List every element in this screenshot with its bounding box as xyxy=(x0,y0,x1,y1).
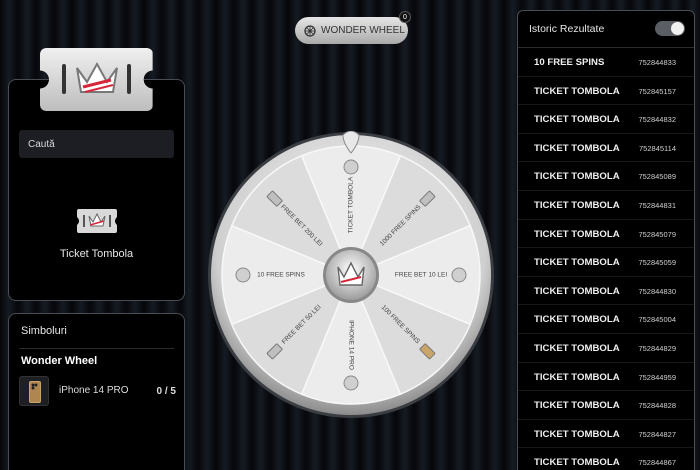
history-result-id: 752844867 xyxy=(638,458,676,468)
history-result-id: 752844828 xyxy=(638,401,676,411)
count-badge: 0 xyxy=(399,11,411,23)
history-result-label: TICKET TOMBOLA xyxy=(534,199,620,211)
history-row: TICKET TOMBOLA 752844867 xyxy=(518,448,694,470)
prize-row: iPhone 14 PRO 0 / 5 xyxy=(19,376,176,408)
history-row: TICKET TOMBOLA 752845079 xyxy=(518,220,694,249)
history-result-label: TICKET TOMBOLA xyxy=(534,142,620,154)
history-result-id: 752844959 xyxy=(638,372,676,382)
history-result-label: TICKET TOMBOLA xyxy=(534,371,620,383)
history-result-id: 752844831 xyxy=(638,200,676,210)
wheel-icon xyxy=(304,24,316,37)
item-panel: Ticket Tombola xyxy=(8,79,185,301)
search-input[interactable] xyxy=(19,130,174,158)
history-row: TICKET TOMBOLA 752844827 xyxy=(518,420,694,449)
history-row: TICKET TOMBOLA 752844959 xyxy=(518,363,694,392)
prize-name: iPhone 14 PRO xyxy=(59,385,129,396)
history-result-label: TICKET TOMBOLA xyxy=(534,428,620,440)
ticket-icon xyxy=(77,209,117,233)
history-result-label: TICKET TOMBOLA xyxy=(534,228,620,240)
history-result-label: TICKET TOMBOLA xyxy=(534,114,620,126)
history-result-id: 752845004 xyxy=(638,315,676,325)
prize-wheel[interactable]: TICKET TOMBOLA 1000 FREE SPINSFREE BET 10… xyxy=(207,131,495,419)
history-result-label: TICKET TOMBOLA xyxy=(534,285,620,297)
history-result-id: 752845089 xyxy=(638,172,676,182)
history-result-label: TICKET TOMBOLA xyxy=(534,457,620,469)
history-list: 10 FREE SPINS 752844833 TICKET TOMBOLA 7528… xyxy=(518,48,694,470)
segment-item-icon xyxy=(343,159,359,175)
history-row: TICKET TOMBOLA 752844828 xyxy=(518,391,694,420)
history-row: TICKET TOMBOLA 752844829 xyxy=(518,334,694,363)
segment-item-icon xyxy=(343,375,359,391)
history-toggle[interactable] xyxy=(655,21,685,36)
ticket-logo xyxy=(40,48,153,111)
wheel-segment-label: TICKET TOMBOLA xyxy=(348,176,355,233)
history-result-id: 752844829 xyxy=(638,343,676,353)
history-result-id: 752845114 xyxy=(639,143,676,153)
history-row: TICKET TOMBOLA 752844832 xyxy=(518,105,694,134)
selected-item-label: Ticket Tombola xyxy=(59,248,134,260)
history-result-id: 752845157 xyxy=(638,86,676,96)
history-row: TICKET TOMBOLA 752845157 xyxy=(518,77,694,106)
history-result-label: TICKET TOMBOLA xyxy=(534,171,620,183)
history-row: TICKET TOMBOLA 752845089 xyxy=(518,162,694,191)
phone-icon xyxy=(19,376,49,406)
history-row: 10 FREE SPINS 752844833 xyxy=(518,48,694,77)
history-row: TICKET TOMBOLA 752845059 xyxy=(518,248,694,277)
history-row: TICKET TOMBOLA 752845004 xyxy=(518,305,694,334)
history-title: Istoric Rezultate xyxy=(529,23,605,35)
wonder-wheel-label: WONDER WHEEL xyxy=(321,25,405,36)
history-result-label: TICKET TOMBOLA xyxy=(534,85,620,97)
segment-item-icon xyxy=(451,267,467,283)
wonder-wheel-button[interactable]: WONDER WHEEL 0 xyxy=(295,11,411,44)
prize-count: 0 / 5 xyxy=(156,386,176,397)
wheel-segment-label: 10 FREE SPINS xyxy=(257,272,305,279)
history-panel: Istoric Rezultate 10 FREE SPINS 752844833… xyxy=(517,10,695,470)
history-result-id: 752844832 xyxy=(638,115,676,125)
history-result-label: TICKET TOMBOLA xyxy=(534,342,620,354)
history-row: TICKET TOMBOLA 752844831 xyxy=(518,191,694,220)
divider xyxy=(19,348,174,349)
history-result-id: 752845079 xyxy=(638,229,676,239)
history-result-label: TICKET TOMBOLA xyxy=(534,400,620,412)
symbols-title: Simboluri xyxy=(21,325,67,337)
history-result-label: TICKET TOMBOLA xyxy=(534,314,620,326)
history-result-id: 752844833 xyxy=(638,58,676,67)
crown-icon xyxy=(76,61,118,93)
history-row: TICKET TOMBOLA 752845114 xyxy=(518,134,694,163)
wheel-segment-label: IPHONE 14 PRO xyxy=(347,320,354,370)
wheel-name: Wonder Wheel xyxy=(21,355,98,367)
history-result-id: 752845059 xyxy=(638,258,676,268)
symbols-panel: Simboluri Wonder Wheel iPhone 14 PRO 0 /… xyxy=(8,313,185,470)
history-result-label: TICKET TOMBOLA xyxy=(534,257,620,269)
segment-item-icon xyxy=(235,267,251,283)
history-row: TICKET TOMBOLA 752844830 xyxy=(518,277,694,306)
history-result-id: 752844830 xyxy=(638,286,676,296)
wheel-segment-label: FREE BET 10 LEI xyxy=(395,272,447,279)
history-result-label: 10 FREE SPINS xyxy=(534,57,605,68)
history-result-id: 752844827 xyxy=(638,429,676,439)
